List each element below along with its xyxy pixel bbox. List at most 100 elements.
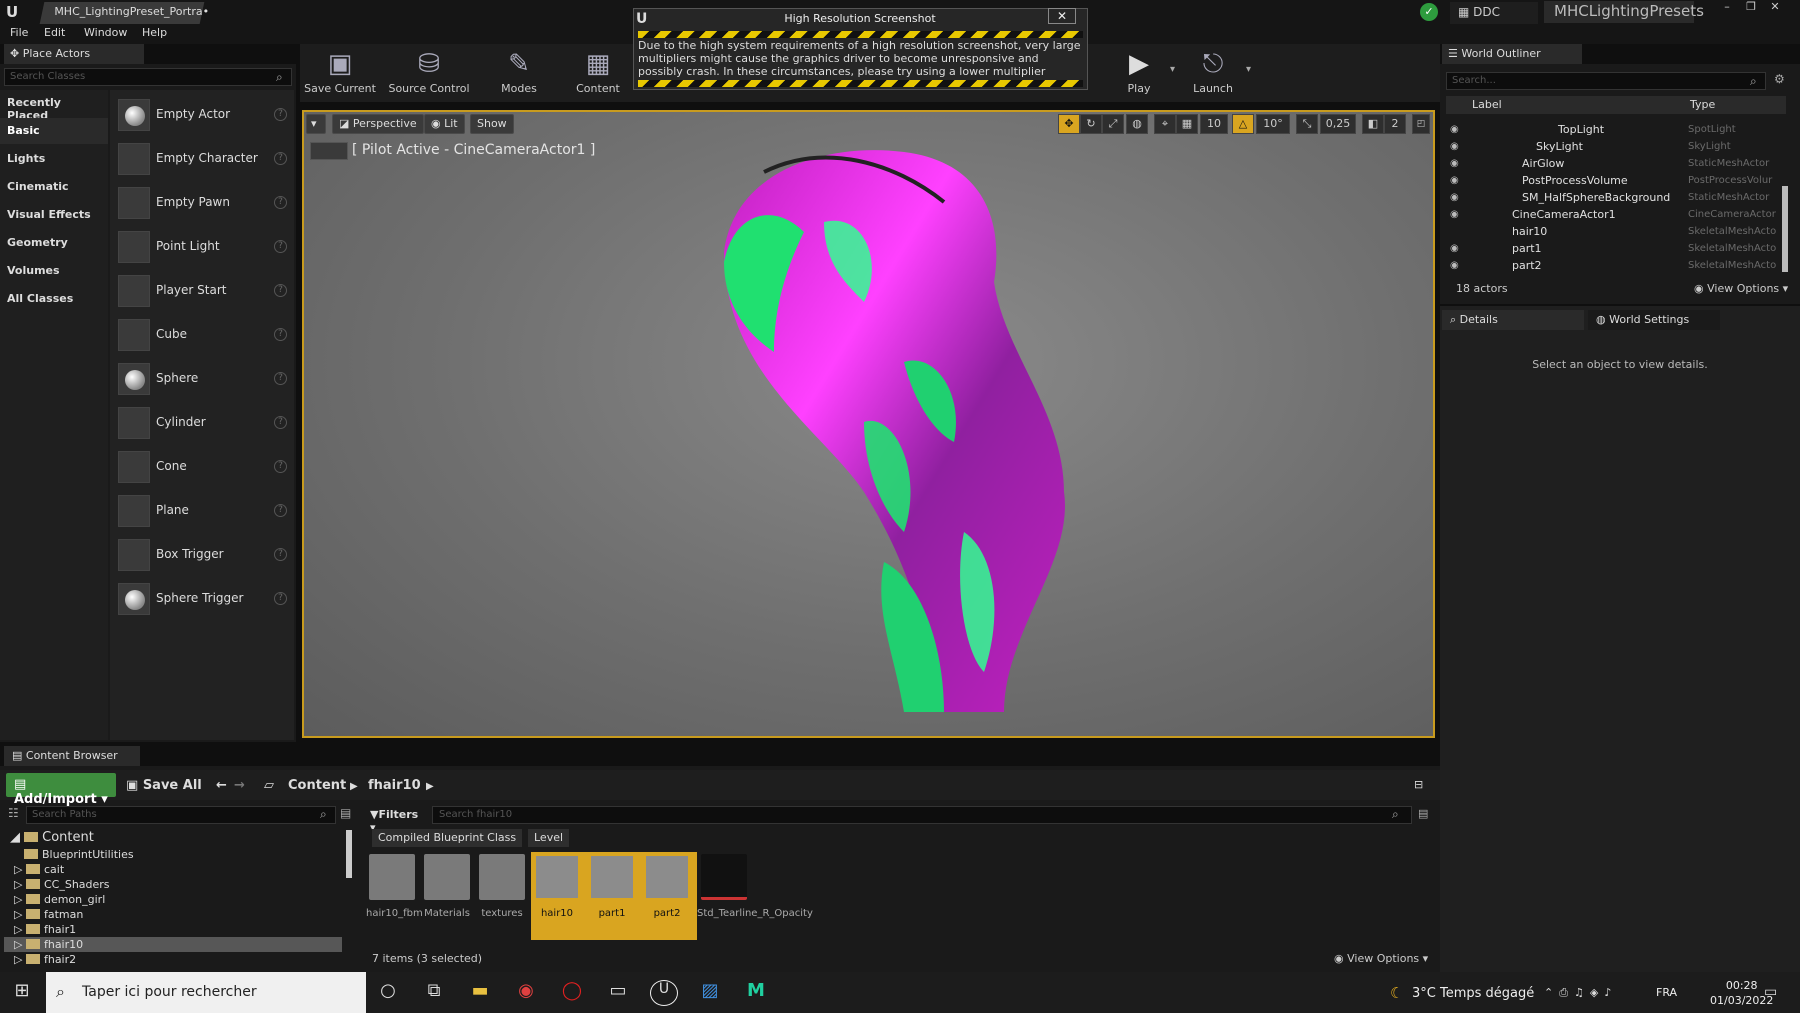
outliner-row[interactable]: ◉ TopLight SpotLight — [1446, 122, 1780, 139]
asset-skeletal-mesh[interactable]: part1 — [586, 854, 638, 942]
help-icon[interactable]: ? — [274, 284, 287, 297]
lit-button[interactable]: ◉ Lit — [424, 114, 465, 134]
actor-item-player-start[interactable]: Player Start? — [110, 272, 294, 310]
modes-button[interactable]: ✎ Modes — [480, 46, 558, 100]
category-basic[interactable]: Basic — [0, 118, 108, 144]
breadcrumb-fhair10[interactable]: fhair10 — [368, 778, 421, 793]
filters-button[interactable]: ▼Filters ▾ — [366, 806, 428, 834]
filter-chip-blueprint[interactable]: Compiled Blueprint Class — [372, 829, 523, 847]
lock-icon[interactable]: ⊟ — [1414, 778, 1423, 791]
tree-node-selected[interactable]: ▷ fhair10 — [14, 938, 83, 953]
category-visual-effects[interactable]: Visual Effects — [0, 202, 108, 228]
actor-item-empty-actor[interactable]: Empty Actor? — [110, 96, 294, 134]
menu-file[interactable]: File — [10, 26, 28, 39]
viewport-options-button[interactable]: ▾ — [306, 114, 326, 134]
level-viewport[interactable] — [302, 110, 1435, 738]
tab-world-outliner[interactable]: ☰ World Outliner — [1442, 44, 1582, 64]
grid-snap-icon[interactable]: ▦ — [1176, 114, 1198, 134]
asset-view-toggle-icon[interactable]: ▤ — [1418, 807, 1428, 820]
show-button[interactable]: Show — [470, 114, 514, 134]
camera-speed-icon[interactable]: ◧ — [1362, 114, 1384, 134]
outliner-row[interactable]: hair10 SkeletalMeshActo — [1446, 224, 1780, 241]
forward-arrow-icon[interactable]: → — [234, 778, 245, 793]
scale-snap-value[interactable]: 0,25 — [1320, 114, 1356, 134]
document-tab[interactable]: MHC_LightingPreset_Portra• — [39, 2, 209, 24]
save-all-button[interactable]: ▣ Save All — [126, 778, 202, 793]
sources-toggle-icon[interactable]: ☷ — [8, 806, 19, 820]
eye-icon[interactable]: ◉ — [1450, 124, 1459, 135]
content-button[interactable]: ▦ Content — [560, 46, 636, 100]
outliner-row[interactable]: ◉ part1 SkeletalMeshActo — [1446, 241, 1780, 258]
category-cinematic[interactable]: Cinematic — [0, 174, 108, 200]
search-classes-input[interactable]: Search Classes — [4, 68, 292, 86]
menu-window[interactable]: Window — [84, 26, 127, 39]
cortana-icon[interactable]: ○ — [374, 980, 402, 1006]
column-label[interactable]: Label — [1472, 98, 1502, 111]
category-recently-placed[interactable]: Recently Placed — [0, 90, 108, 122]
task-view-icon[interactable]: ⧉ — [420, 980, 448, 1006]
filter-chip-level[interactable]: Level — [528, 829, 570, 847]
actor-item-cube[interactable]: Cube? — [110, 316, 294, 354]
outliner-row[interactable]: ◉ AirGlow StaticMeshActor — [1446, 156, 1780, 173]
perspective-button[interactable]: ◪ Perspective — [332, 114, 424, 134]
tree-node[interactable]: ▷ fhair2 — [14, 953, 76, 968]
app-icon[interactable]: ▭ — [604, 980, 632, 1006]
rotation-snap-value[interactable]: 10° — [1256, 114, 1290, 134]
camera-speed-value[interactable]: 2 — [1384, 114, 1406, 134]
asset-search-input[interactable]: Search fhair10 — [432, 806, 1412, 824]
category-volumes[interactable]: Volumes — [0, 258, 108, 284]
help-icon[interactable]: ? — [274, 548, 287, 561]
windows-start-icon[interactable]: ⊞ — [8, 980, 36, 1006]
chrome-icon[interactable]: ◉ — [512, 980, 540, 1006]
launch-dropdown-icon[interactable]: ▾ — [1246, 64, 1251, 75]
actor-item-empty-pawn[interactable]: Empty Pawn? — [110, 184, 294, 222]
tab-world-settings[interactable]: ◍ World Settings — [1588, 310, 1720, 330]
help-icon[interactable]: ? — [274, 504, 287, 517]
eye-icon[interactable]: ◉ — [1450, 243, 1459, 254]
help-icon[interactable]: ? — [274, 152, 287, 165]
category-lights[interactable]: Lights — [0, 146, 108, 172]
tree-node[interactable]: ▷ fatman — [14, 908, 83, 923]
metahuman-icon[interactable]: M — [742, 980, 770, 1006]
grid-snap-value[interactable]: 10 — [1200, 114, 1228, 134]
help-icon[interactable]: ? — [274, 592, 287, 605]
taskbar-search-input[interactable]: Taper ici pour rechercher — [46, 972, 366, 1013]
help-icon[interactable]: ? — [274, 240, 287, 253]
tree-scrollbar[interactable] — [346, 830, 352, 878]
close-icon[interactable]: ✕ — [1048, 8, 1076, 24]
help-icon[interactable]: ? — [274, 196, 287, 209]
asset-folder[interactable]: hair10_fbm — [366, 854, 423, 942]
outliner-row[interactable]: ◉ PostProcessVolume PostProcessVolur — [1446, 173, 1780, 190]
asset-skeletal-mesh[interactable]: hair10 — [531, 854, 583, 942]
tab-content-browser[interactable]: ▤ Content Browser — [4, 746, 140, 766]
asset-folder[interactable]: Materials — [421, 854, 473, 942]
menu-help[interactable]: Help — [142, 26, 167, 39]
scale-icon[interactable]: ⤢ — [1102, 114, 1124, 134]
tree-node-content[interactable]: ◢ Content — [10, 830, 94, 845]
category-all-classes[interactable]: All Classes — [0, 286, 108, 312]
file-explorer-icon[interactable]: ▬ — [466, 980, 494, 1006]
save-current-button[interactable]: ▣ Save Current — [302, 46, 378, 100]
breadcrumb-separator-icon[interactable]: ▶ — [350, 781, 358, 792]
asset-folder[interactable]: textures — [476, 854, 528, 942]
outliner-row[interactable]: ◉ SkyLight SkyLight — [1446, 139, 1780, 156]
back-arrow-icon[interactable]: ← — [216, 778, 227, 793]
actor-item-box-trigger[interactable]: Box Trigger? — [110, 536, 294, 574]
breadcrumb-content[interactable]: Content — [288, 778, 346, 793]
scale-snap-icon[interactable]: ⤡ — [1296, 114, 1318, 134]
eye-icon[interactable]: ◉ — [1450, 192, 1459, 203]
menu-edit[interactable]: Edit — [44, 26, 65, 39]
outliner-search-input[interactable]: Search... — [1446, 72, 1766, 90]
breadcrumb-next-icon[interactable]: ▶ — [426, 781, 434, 792]
notification-icon[interactable]: ▭ — [1764, 984, 1777, 1000]
outliner-scrollbar[interactable] — [1782, 186, 1788, 272]
category-geometry[interactable]: Geometry — [0, 230, 108, 256]
actor-item-point-light[interactable]: Point Light? — [110, 228, 294, 266]
help-icon[interactable]: ? — [274, 372, 287, 385]
outliner-row[interactable]: ◉ SM_HalfSphereBackground StaticMeshActor — [1446, 190, 1780, 207]
eye-icon[interactable]: ◉ — [1450, 158, 1459, 169]
rotation-snap-icon[interactable]: △ — [1232, 114, 1254, 134]
actor-item-cylinder[interactable]: Cylinder? — [110, 404, 294, 442]
status-check-icon[interactable]: ✓ — [1420, 3, 1438, 21]
outliner-view-options[interactable]: ◉ View Options ▾ — [1694, 282, 1788, 295]
